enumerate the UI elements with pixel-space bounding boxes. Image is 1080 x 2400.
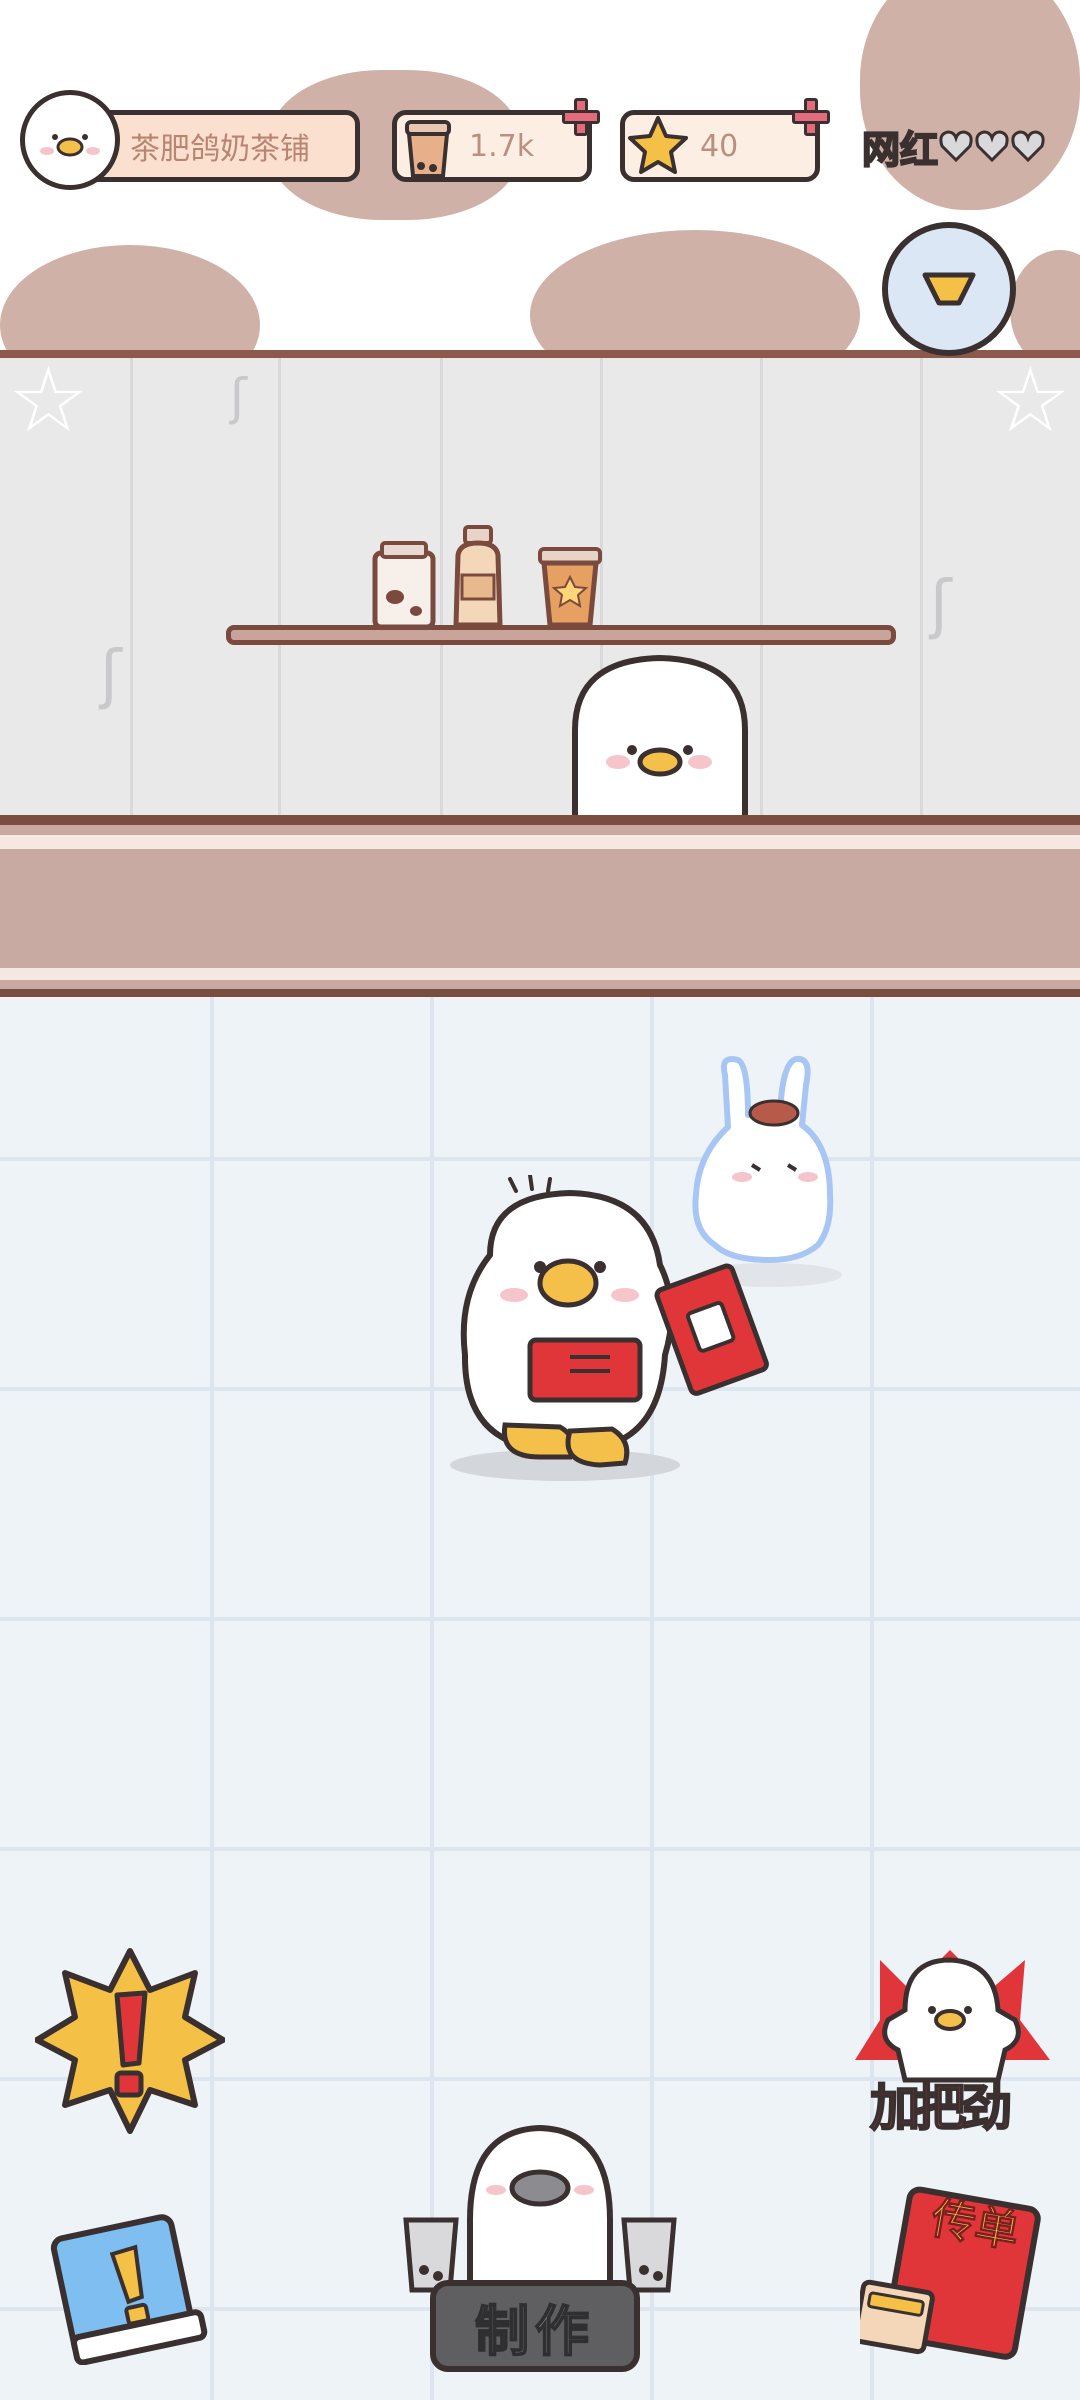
player-avatar[interactable] — [20, 90, 120, 190]
cloud — [860, 0, 1080, 210]
stars-value: 40 — [700, 128, 739, 164]
pigeon-avatar-icon — [40, 134, 100, 157]
tea-bottle-icon — [453, 525, 503, 628]
star-icon — [628, 116, 688, 174]
counter-trim — [0, 968, 1080, 980]
make-label: 制作 — [474, 2299, 595, 2364]
coffee-cup-icon — [538, 547, 602, 628]
guide-book-button[interactable] — [40, 2195, 220, 2366]
fame-meter[interactable]: 网红 — [861, 116, 1062, 176]
dropdown-button[interactable] — [882, 222, 1016, 356]
crack-decoration: ☆ — [990, 350, 1071, 453]
shop-name: 茶肥鸽奶茶铺 — [130, 132, 310, 167]
make-label-plate: 制作 — [430, 2280, 640, 2372]
shelf-drinks — [372, 525, 602, 630]
book-icon — [50, 2214, 208, 2366]
exclamation-icon — [34, 1948, 226, 2134]
bubble-tea-icon — [405, 120, 451, 178]
player-pigeon-character — [450, 1175, 769, 1481]
crack-decoration: ʃ — [930, 568, 952, 642]
flyer-button[interactable]: 传单 — [860, 2185, 1050, 2375]
fame-label: 网红 — [861, 127, 939, 173]
add-cups-button[interactable] — [562, 98, 600, 136]
cups-value: 1.7k — [469, 128, 535, 164]
fame-hearts — [939, 130, 1045, 163]
counter-trim — [0, 835, 1080, 849]
crack-decoration: ʃ — [230, 368, 247, 426]
crack-decoration: ʃ — [100, 638, 122, 712]
crack-decoration: ☆ — [8, 350, 89, 453]
alert-button[interactable] — [34, 1945, 226, 2135]
cheer-label: 加把劲 — [869, 2078, 1013, 2138]
add-stars-button[interactable] — [792, 98, 830, 136]
chevron-down-icon — [922, 272, 976, 306]
cheer-button[interactable]: 加把劲 — [850, 1950, 1050, 2140]
shopkeeper-character — [572, 654, 748, 820]
milk-carton-icon — [372, 541, 436, 630]
make-button[interactable]: 制作 — [400, 2110, 680, 2380]
